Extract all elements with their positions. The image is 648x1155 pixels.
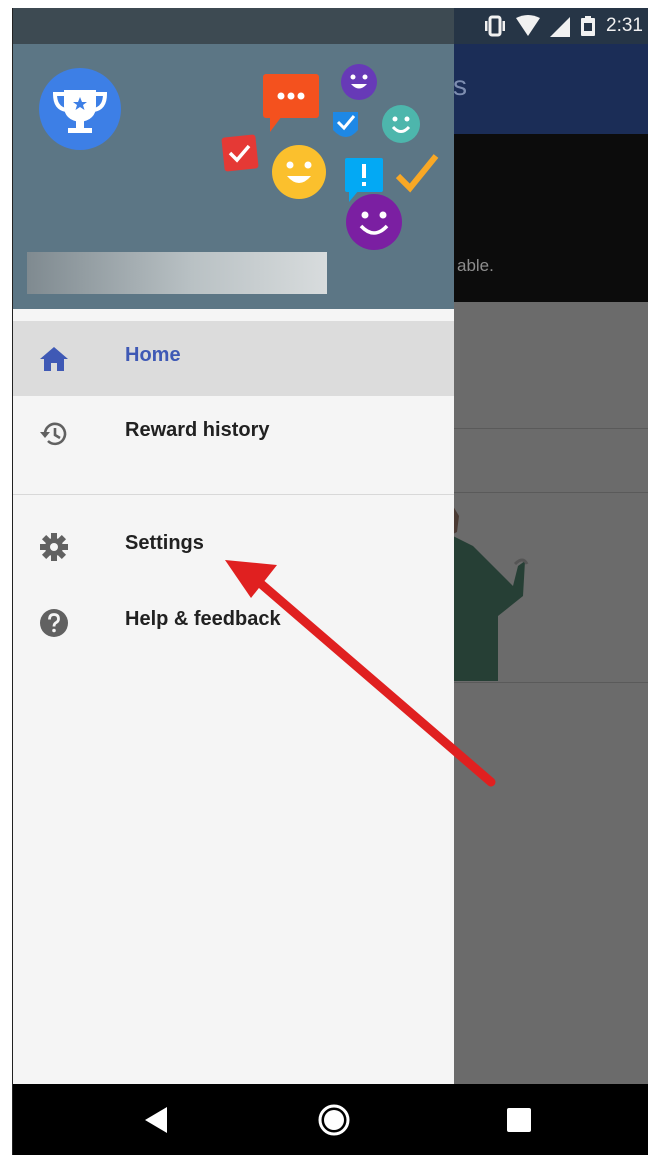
background-illustration	[453, 506, 529, 681]
drawer-divider	[13, 494, 454, 495]
phone-screen: s able. 2:31 Home Reward history Setting…	[12, 8, 648, 1155]
home-icon	[40, 347, 68, 371]
background-divider	[453, 428, 648, 429]
help-icon	[40, 609, 68, 637]
system-navigation-bar	[13, 1084, 648, 1155]
recents-icon[interactable]	[507, 1108, 531, 1132]
drawer-header	[13, 44, 454, 309]
trophy-icon	[52, 90, 108, 133]
drawer-item-home[interactable]: Home	[13, 321, 454, 396]
status-time: 2:31	[606, 15, 643, 36]
drawer-item-label: Help & feedback	[125, 608, 281, 630]
drawer-item-label: Reward history	[125, 419, 270, 441]
drawer-item-label: Settings	[125, 532, 204, 554]
background-divider	[453, 682, 648, 683]
drawer-item-help-feedback[interactable]: Help & feedback	[13, 585, 454, 660]
status-bar: 2:31	[13, 8, 648, 44]
screenshot: s able. 2:31 Home Reward history Setting…	[0, 0, 648, 1155]
navigation-drawer: Home Reward history Settings Help & feed…	[13, 44, 454, 1084]
background-app-title: s	[453, 70, 467, 101]
account-name-redacted	[27, 252, 327, 294]
drawer-item-reward-history[interactable]: Reward history	[13, 396, 454, 471]
drawer-item-settings[interactable]: Settings	[13, 509, 454, 584]
home-button-icon[interactable]	[317, 1103, 351, 1137]
back-icon[interactable]	[141, 1104, 173, 1136]
background-divider	[453, 492, 648, 493]
header-illustration	[221, 64, 439, 250]
drawer-item-label: Home	[125, 344, 181, 366]
signal-icon	[550, 17, 571, 37]
gear-icon	[40, 533, 68, 561]
wifi-icon	[516, 15, 541, 36]
background-banner-text: able.	[457, 256, 494, 275]
app-logo	[39, 68, 121, 150]
vibrate-icon	[485, 15, 506, 37]
history-icon	[40, 422, 67, 446]
battery-icon	[581, 16, 596, 36]
